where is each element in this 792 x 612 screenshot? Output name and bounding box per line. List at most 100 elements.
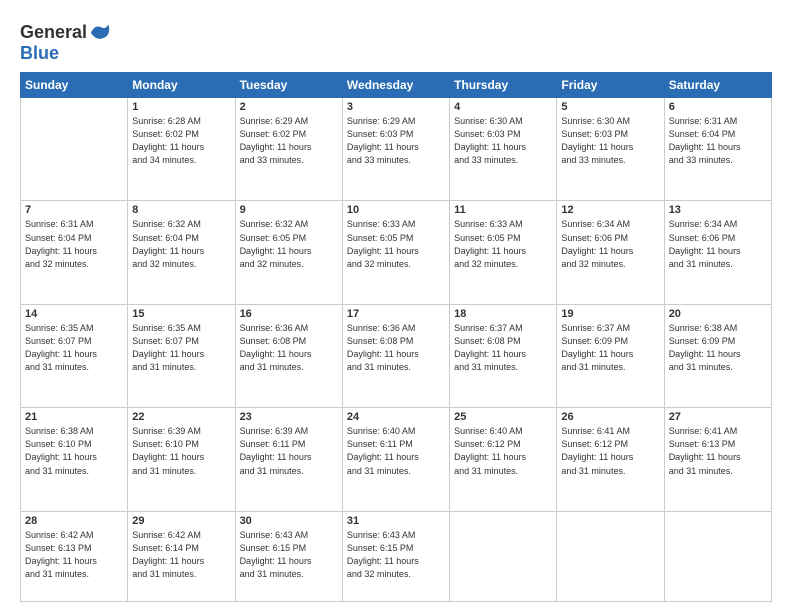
day-number: 15 bbox=[132, 308, 230, 320]
day-number: 26 bbox=[561, 411, 659, 423]
day-info: Sunrise: 6:38 AMSunset: 6:10 PMDaylight:… bbox=[25, 425, 123, 477]
day-number: 17 bbox=[347, 308, 445, 320]
weekday-wednesday: Wednesday bbox=[342, 73, 449, 98]
day-number: 29 bbox=[132, 515, 230, 527]
day-number: 18 bbox=[454, 308, 552, 320]
day-number: 23 bbox=[240, 411, 338, 423]
day-number: 19 bbox=[561, 308, 659, 320]
day-info: Sunrise: 6:37 AMSunset: 6:08 PMDaylight:… bbox=[454, 322, 552, 374]
calendar-table: SundayMondayTuesdayWednesdayThursdayFrid… bbox=[20, 72, 772, 602]
calendar-cell: 25 Sunrise: 6:40 AMSunset: 6:12 PMDayligh… bbox=[450, 408, 557, 511]
calendar-cell: 9 Sunrise: 6:32 AMSunset: 6:05 PMDaylight… bbox=[235, 201, 342, 304]
weekday-tuesday: Tuesday bbox=[235, 73, 342, 98]
day-number: 2 bbox=[240, 101, 338, 113]
calendar-body: 1Sunrise: 6:28 AMSunset: 6:02 PMDaylight… bbox=[21, 98, 772, 602]
calendar-cell: 1Sunrise: 6:28 AMSunset: 6:02 PMDaylight… bbox=[128, 98, 235, 201]
day-info: Sunrise: 6:35 AMSunset: 6:07 PMDaylight:… bbox=[25, 322, 123, 374]
day-info: Sunrise: 6:37 AMSunset: 6:09 PMDaylight:… bbox=[561, 322, 659, 374]
day-info: Sunrise: 6:32 AMSunset: 6:05 PMDaylight:… bbox=[240, 218, 338, 270]
day-info: Sunrise: 6:39 AMSunset: 6:10 PMDaylight:… bbox=[132, 425, 230, 477]
weekday-monday: Monday bbox=[128, 73, 235, 98]
day-info: Sunrise: 6:42 AMSunset: 6:13 PMDaylight:… bbox=[25, 529, 123, 581]
calendar-cell: 18 Sunrise: 6:37 AMSunset: 6:08 PMDayligh… bbox=[450, 304, 557, 407]
day-info: Sunrise: 6:31 AMSunset: 6:04 PMDaylight:… bbox=[669, 115, 767, 167]
header: General Blue bbox=[20, 18, 772, 64]
logo-general: General bbox=[20, 23, 87, 43]
calendar-cell: 17 Sunrise: 6:36 AMSunset: 6:08 PMDayligh… bbox=[342, 304, 449, 407]
calendar-cell: 30 Sunrise: 6:43 AMSunset: 6:15 PMDayligh… bbox=[235, 511, 342, 601]
day-info: Sunrise: 6:33 AMSunset: 6:05 PMDaylight:… bbox=[347, 218, 445, 270]
day-number: 5 bbox=[561, 101, 659, 113]
day-info: Sunrise: 6:31 AMSunset: 6:04 PMDaylight:… bbox=[25, 218, 123, 270]
week-row-3: 14 Sunrise: 6:35 AMSunset: 6:07 PMDayligh… bbox=[21, 304, 772, 407]
day-number: 6 bbox=[669, 101, 767, 113]
calendar-cell: 4 Sunrise: 6:30 AMSunset: 6:03 PMDaylight… bbox=[450, 98, 557, 201]
day-info: Sunrise: 6:30 AMSunset: 6:03 PMDaylight:… bbox=[561, 115, 659, 167]
logo-icon bbox=[89, 22, 111, 44]
calendar-cell bbox=[450, 511, 557, 601]
day-info: Sunrise: 6:34 AMSunset: 6:06 PMDaylight:… bbox=[669, 218, 767, 270]
day-number: 31 bbox=[347, 515, 445, 527]
day-info: Sunrise: 6:36 AMSunset: 6:08 PMDaylight:… bbox=[347, 322, 445, 374]
day-number: 3 bbox=[347, 101, 445, 113]
logo-blue: Blue bbox=[20, 43, 59, 63]
calendar-cell: 16Sunrise: 6:36 AMSunset: 6:08 PMDayligh… bbox=[235, 304, 342, 407]
day-info: Sunrise: 6:38 AMSunset: 6:09 PMDaylight:… bbox=[669, 322, 767, 374]
calendar-cell: 12Sunrise: 6:34 AMSunset: 6:06 PMDayligh… bbox=[557, 201, 664, 304]
calendar-cell: 23 Sunrise: 6:39 AMSunset: 6:11 PMDayligh… bbox=[235, 408, 342, 511]
weekday-friday: Friday bbox=[557, 73, 664, 98]
week-row-2: 7Sunrise: 6:31 AMSunset: 6:04 PMDaylight… bbox=[21, 201, 772, 304]
day-number: 27 bbox=[669, 411, 767, 423]
day-info: Sunrise: 6:43 AMSunset: 6:15 PMDaylight:… bbox=[347, 529, 445, 581]
day-info: Sunrise: 6:30 AMSunset: 6:03 PMDaylight:… bbox=[454, 115, 552, 167]
weekday-header-row: SundayMondayTuesdayWednesdayThursdayFrid… bbox=[21, 73, 772, 98]
day-number: 14 bbox=[25, 308, 123, 320]
day-number: 22 bbox=[132, 411, 230, 423]
day-info: Sunrise: 6:42 AMSunset: 6:14 PMDaylight:… bbox=[132, 529, 230, 581]
calendar-page: General Blue SundayMondayTuesdayWednesda… bbox=[0, 0, 792, 612]
day-info: Sunrise: 6:29 AMSunset: 6:03 PMDaylight:… bbox=[347, 115, 445, 167]
calendar-cell: 21 Sunrise: 6:38 AMSunset: 6:10 PMDayligh… bbox=[21, 408, 128, 511]
day-number: 11 bbox=[454, 204, 552, 216]
calendar-cell: 20Sunrise: 6:38 AMSunset: 6:09 PMDayligh… bbox=[664, 304, 771, 407]
day-info: Sunrise: 6:33 AMSunset: 6:05 PMDaylight:… bbox=[454, 218, 552, 270]
week-row-4: 21 Sunrise: 6:38 AMSunset: 6:10 PMDayligh… bbox=[21, 408, 772, 511]
weekday-sunday: Sunday bbox=[21, 73, 128, 98]
day-number: 24 bbox=[347, 411, 445, 423]
day-number: 10 bbox=[347, 204, 445, 216]
calendar-cell: 26 Sunrise: 6:41 AMSunset: 6:12 PMDayligh… bbox=[557, 408, 664, 511]
calendar-cell: 24 Sunrise: 6:40 AMSunset: 6:11 PMDayligh… bbox=[342, 408, 449, 511]
calendar-cell: 22 Sunrise: 6:39 AMSunset: 6:10 PMDayligh… bbox=[128, 408, 235, 511]
day-info: Sunrise: 6:41 AMSunset: 6:13 PMDaylight:… bbox=[669, 425, 767, 477]
calendar-cell: 11 Sunrise: 6:33 AMSunset: 6:05 PMDayligh… bbox=[450, 201, 557, 304]
day-number: 1 bbox=[132, 101, 230, 113]
calendar-cell: 29 Sunrise: 6:42 AMSunset: 6:14 PMDayligh… bbox=[128, 511, 235, 601]
day-number: 16 bbox=[240, 308, 338, 320]
day-info: Sunrise: 6:34 AMSunset: 6:06 PMDaylight:… bbox=[561, 218, 659, 270]
day-number: 25 bbox=[454, 411, 552, 423]
day-number: 8 bbox=[132, 204, 230, 216]
day-number: 4 bbox=[454, 101, 552, 113]
week-row-1: 1Sunrise: 6:28 AMSunset: 6:02 PMDaylight… bbox=[21, 98, 772, 201]
day-number: 9 bbox=[240, 204, 338, 216]
day-info: Sunrise: 6:41 AMSunset: 6:12 PMDaylight:… bbox=[561, 425, 659, 477]
calendar-cell: 10 Sunrise: 6:33 AMSunset: 6:05 PMDayligh… bbox=[342, 201, 449, 304]
calendar-cell: 2Sunrise: 6:29 AMSunset: 6:02 PMDaylight… bbox=[235, 98, 342, 201]
day-number: 30 bbox=[240, 515, 338, 527]
day-info: Sunrise: 6:40 AMSunset: 6:12 PMDaylight:… bbox=[454, 425, 552, 477]
calendar-cell: 27 Sunrise: 6:41 AMSunset: 6:13 PMDayligh… bbox=[664, 408, 771, 511]
logo: General Blue bbox=[20, 22, 111, 64]
day-info: Sunrise: 6:39 AMSunset: 6:11 PMDaylight:… bbox=[240, 425, 338, 477]
calendar-cell: 6 Sunrise: 6:31 AMSunset: 6:04 PMDaylight… bbox=[664, 98, 771, 201]
day-info: Sunrise: 6:32 AMSunset: 6:04 PMDaylight:… bbox=[132, 218, 230, 270]
calendar-cell bbox=[21, 98, 128, 201]
day-number: 21 bbox=[25, 411, 123, 423]
day-info: Sunrise: 6:40 AMSunset: 6:11 PMDaylight:… bbox=[347, 425, 445, 477]
day-number: 28 bbox=[25, 515, 123, 527]
weekday-saturday: Saturday bbox=[664, 73, 771, 98]
calendar-cell: 28 Sunrise: 6:42 AMSunset: 6:13 PMDayligh… bbox=[21, 511, 128, 601]
weekday-thursday: Thursday bbox=[450, 73, 557, 98]
week-row-5: 28 Sunrise: 6:42 AMSunset: 6:13 PMDayligh… bbox=[21, 511, 772, 601]
calendar-cell: 19 Sunrise: 6:37 AMSunset: 6:09 PMDayligh… bbox=[557, 304, 664, 407]
day-info: Sunrise: 6:43 AMSunset: 6:15 PMDaylight:… bbox=[240, 529, 338, 581]
